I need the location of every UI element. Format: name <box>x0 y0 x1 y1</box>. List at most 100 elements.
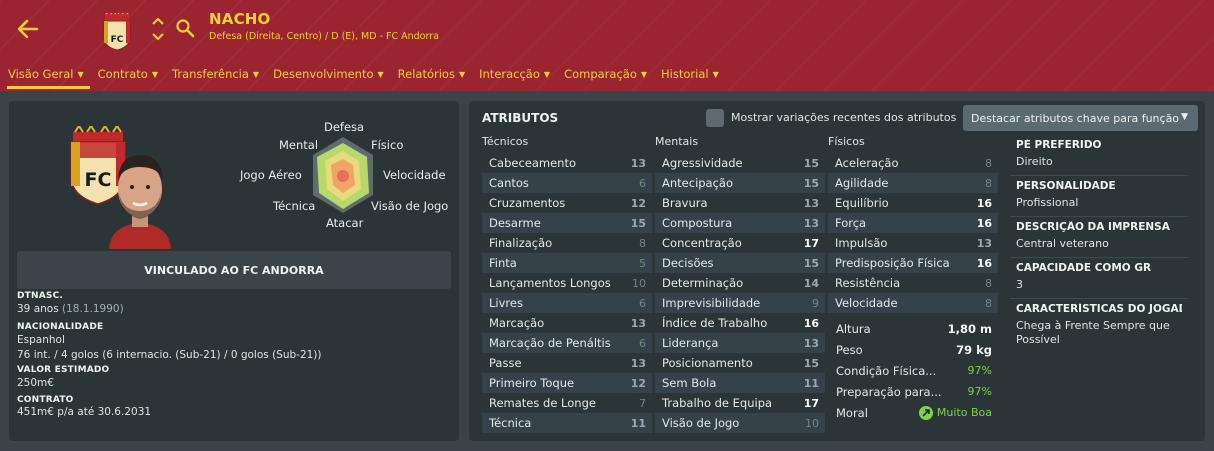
chevron-down-icon: ▼ <box>712 70 719 79</box>
tab-comparacao[interactable]: Comparação ▼ <box>556 60 653 88</box>
attribute-value: 8 <box>639 236 646 250</box>
recent-changes-label[interactable]: Mostrar variações recentes dos atributos <box>731 111 956 124</box>
attribute-value: 13 <box>803 216 819 230</box>
mental-attribute-row[interactable]: Compostura 13 <box>655 213 825 233</box>
mental-attribute-row[interactable]: Sem Bola 11 <box>655 373 825 393</box>
prev-next-player-icon[interactable] <box>151 15 165 43</box>
physical-attribute-row[interactable]: Equilíbrio 16 <box>828 193 998 213</box>
physical-attribute-row[interactable]: Força 16 <box>828 213 998 233</box>
physical-attribute-row[interactable]: Predisposição Física 16 <box>828 253 998 273</box>
physical-header: Físicos <box>828 135 865 148</box>
attribute-name: Passe <box>489 356 522 370</box>
attribute-value: 17 <box>803 396 819 410</box>
attribute-name: Bravura <box>662 196 708 210</box>
tab-visao-geral[interactable]: Visão Geral ▼ <box>0 60 90 89</box>
mental-attribute-row[interactable]: Antecipação 15 <box>655 173 825 193</box>
dob-label: DTNASC. <box>17 291 64 301</box>
condition-row[interactable]: Condição Física... 97% <box>829 360 999 381</box>
technical-attribute-row[interactable]: Finta 5 <box>482 253 652 273</box>
technical-attribute-row[interactable]: Cruzamentos 12 <box>482 193 652 213</box>
attribute-name: Primeiro Toque <box>489 376 575 390</box>
personality[interactable]: PERSONALIDADE Profissional <box>1010 176 1188 217</box>
attribute-value: 6 <box>639 296 646 310</box>
mental-attribute-row[interactable]: Liderança 13 <box>655 333 825 353</box>
morale-row[interactable]: Moral Muito Boa <box>829 402 999 423</box>
technical-attribute-row[interactable]: Passe 13 <box>482 353 652 373</box>
attribute-name: Livres <box>489 296 523 310</box>
attribute-value: 11 <box>630 416 646 430</box>
attribute-name: Concentração <box>662 236 742 250</box>
tab-relatorios[interactable]: Relatórios ▼ <box>390 60 471 88</box>
match-fitness-row[interactable]: Preparação para... 97% <box>829 381 999 402</box>
attribute-name: Agressividade <box>662 156 743 170</box>
technical-attribute-row[interactable]: Marcação 13 <box>482 313 652 333</box>
attribute-name: Trabalho de Equipa <box>662 396 773 410</box>
attribute-name: Impulsão <box>835 236 888 250</box>
physical-attribute-row[interactable]: Resistência 8 <box>828 273 998 293</box>
dob-value: 39 anos (18.1.1990) <box>17 303 124 315</box>
chevron-down-icon: ▼ <box>377 70 384 79</box>
highlight-role-dropdown[interactable]: Destacar atributos chave para função ▼ <box>963 105 1198 131</box>
attribute-name: Cruzamentos <box>489 196 566 210</box>
attribute-name: Aceleração <box>835 156 899 170</box>
nationality-label: NACIONALIDADE <box>17 322 104 332</box>
tab-historial[interactable]: Historial ▼ <box>653 60 725 88</box>
chevron-down-icon: ▼ <box>151 70 158 79</box>
mental-attribute-row[interactable]: Concentração 17 <box>655 233 825 253</box>
chevron-down-icon: ▼ <box>543 70 551 79</box>
radar-label-atacar: Atacar <box>326 216 364 230</box>
attribute-name: Agilidade <box>835 176 889 190</box>
chevron-down-icon: ▼ <box>252 70 260 79</box>
physical-attribute-row[interactable]: Impulsão 13 <box>828 233 998 253</box>
technical-attribute-row[interactable]: Livres 6 <box>482 293 652 313</box>
mental-attribute-row[interactable]: Índice de Trabalho 16 <box>655 313 825 333</box>
tab-contrato[interactable]: Contrato ▼ <box>90 60 164 88</box>
attribute-value: 15 <box>630 216 646 230</box>
physical-attribute-row[interactable]: Velocidade 8 <box>828 293 998 313</box>
player-name: NACHO <box>209 10 271 28</box>
attribute-value: 6 <box>639 336 646 350</box>
mental-attribute-row[interactable]: Agressividade 15 <box>655 153 825 173</box>
attribute-name: Velocidade <box>835 296 898 310</box>
technical-attribute-row[interactable]: Cabeceamento 13 <box>482 153 652 173</box>
player-photo <box>109 155 171 249</box>
tab-transferencia[interactable]: Transferência ▼ <box>164 60 265 88</box>
mental-attribute-row[interactable]: Decisões 15 <box>655 253 825 273</box>
technical-attribute-row[interactable]: Desarme 15 <box>482 213 652 233</box>
value-amount: 250m€ <box>17 377 54 389</box>
mental-attributes: Mentais Agressividade 15 Antecipação 15 Brav… <box>655 135 825 433</box>
physical-attribute-row[interactable]: Aceleração 8 <box>828 153 998 173</box>
technical-attribute-row[interactable]: Técnica 11 <box>482 413 652 433</box>
tab-interaccao[interactable]: Interacção ▼ <box>471 60 556 88</box>
attribute-name: Predisposição Física <box>835 256 950 270</box>
search-icon[interactable] <box>175 18 195 38</box>
technical-attribute-row[interactable]: Finalização 8 <box>482 233 652 253</box>
player-position-club[interactable]: Defesa (Direita, Centro) / D (E), MD - F… <box>209 31 439 42</box>
radar-label-visao: Visão de Jogo <box>371 199 449 213</box>
recent-changes-checkbox[interactable] <box>706 109 724 127</box>
tab-desenvolvimento[interactable]: Desenvolvimento ▼ <box>265 60 390 88</box>
mental-attribute-row[interactable]: Posicionamento 15 <box>655 353 825 373</box>
technical-attribute-row[interactable]: Marcação de Penáltis 6 <box>482 333 652 353</box>
attribute-value: 13 <box>630 356 646 370</box>
mental-attribute-row[interactable]: Determinação 14 <box>655 273 825 293</box>
technical-attribute-row[interactable]: Remates de Longe 7 <box>482 393 652 413</box>
attribute-value: 16 <box>976 256 992 270</box>
attribute-value: 13 <box>630 156 646 170</box>
chevron-down-icon: ▼ <box>1181 112 1188 122</box>
mental-attribute-row[interactable]: Visão de Jogo 10 <box>655 413 825 433</box>
mental-attribute-row[interactable]: Imprevisibilidade 9 <box>655 293 825 313</box>
player-traits[interactable]: CARACTERÍSTICAS DO JOGAD... Chega à Fren… <box>1010 299 1188 353</box>
mental-attribute-row[interactable]: Bravura 13 <box>655 193 825 213</box>
attribute-name: Cantos <box>489 176 529 190</box>
technical-attribute-row[interactable]: Cantos 6 <box>482 173 652 193</box>
attribute-name: Liderança <box>662 336 719 350</box>
contract-status-banner[interactable]: VINCULADO AO FC ANDORRA <box>17 251 451 289</box>
back-arrow-icon[interactable] <box>15 16 41 42</box>
mental-attribute-row[interactable]: Trabalho de Equipa 17 <box>655 393 825 413</box>
technical-attribute-row[interactable]: Lançamentos Longos 10 <box>482 273 652 293</box>
radar-label-tecnica: Técnica <box>273 199 316 213</box>
attribute-name: Antecipação <box>662 176 734 190</box>
physical-attribute-row[interactable]: Agilidade 8 <box>828 173 998 193</box>
technical-attribute-row[interactable]: Primeiro Toque 12 <box>482 373 652 393</box>
